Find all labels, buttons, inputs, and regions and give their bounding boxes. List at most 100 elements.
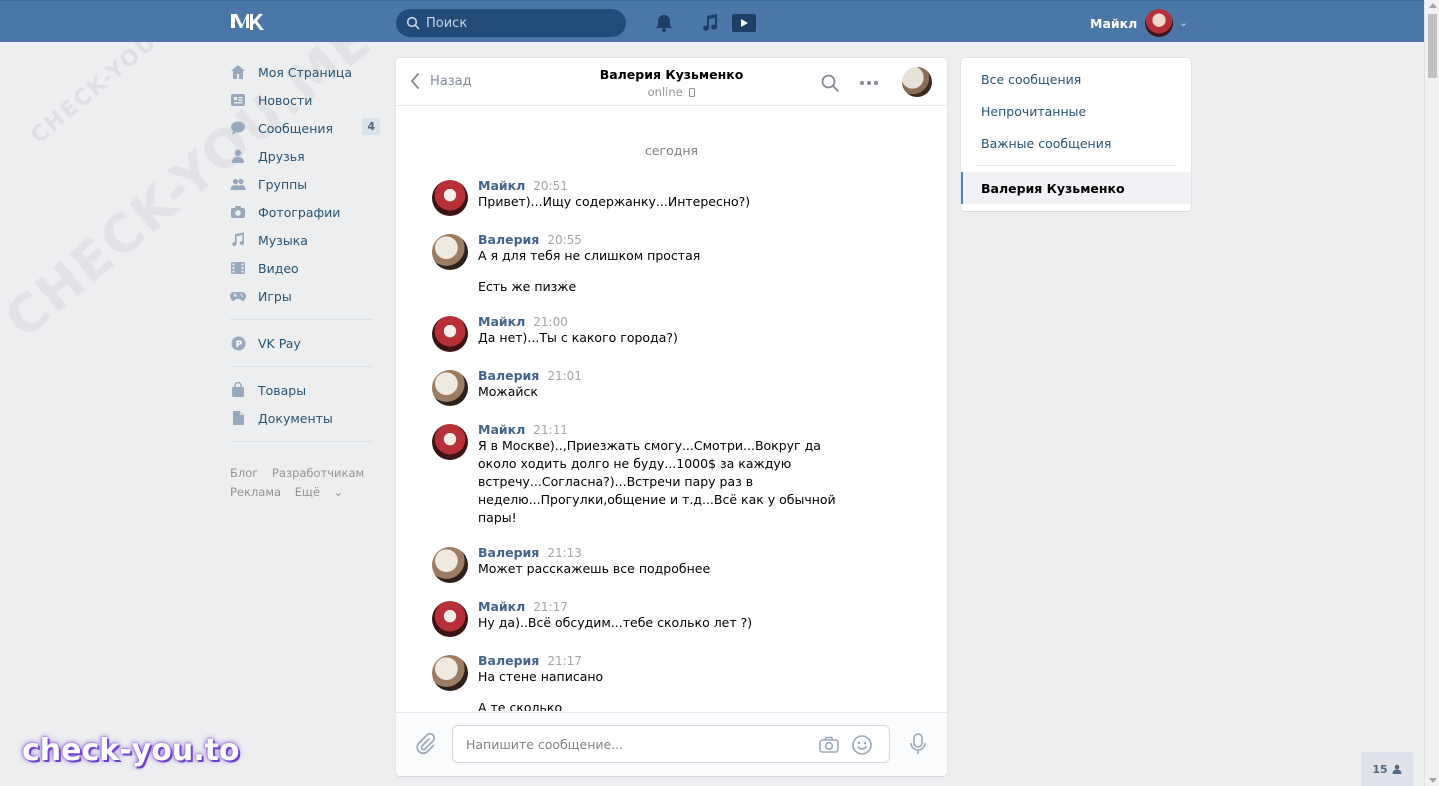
message-item[interactable]: Валерия 21:13 Может расскажешь все подробн… xyxy=(396,545,947,583)
search-icon[interactable] xyxy=(820,73,840,93)
message-header: Майкл 21:00 xyxy=(478,314,947,329)
nav-item-label: Новости xyxy=(258,92,313,108)
peer-avatar[interactable] xyxy=(902,67,932,97)
nav-item-bag[interactable]: Товары xyxy=(230,376,380,404)
message-text: Ну да)..Всё обсудим...тебе сколько лет ?… xyxy=(478,615,753,630)
music-icon xyxy=(230,232,246,248)
nav-item-messages[interactable]: Сообщения 4 xyxy=(230,114,380,142)
left-navigation: Моя Страница Новости Сообщения 4 Друзья Групп… xyxy=(230,58,380,502)
messages-filter-menu: Все сообщения Непрочитанные Важные сообщ… xyxy=(961,58,1191,211)
footer-link-more[interactable]: Ещё ⌄ xyxy=(295,485,353,499)
message-author-avatar[interactable] xyxy=(432,424,468,460)
bell-icon[interactable] xyxy=(653,12,675,34)
filter-all-messages[interactable]: Все сообщения xyxy=(961,63,1191,95)
bag-icon xyxy=(230,382,246,398)
scroll-down-arrow-icon[interactable] xyxy=(1429,778,1437,783)
active-dialog-item[interactable]: Валерия Кузьменко xyxy=(961,172,1191,204)
online-count: 15 xyxy=(1372,762,1388,776)
online-friends-widget[interactable]: 15 xyxy=(1361,752,1413,786)
nav-item-document[interactable]: Документы xyxy=(230,404,380,432)
user-name: Майкл xyxy=(1090,15,1138,31)
message-item[interactable]: Валерия 21:17 На стене написано А те скольк… xyxy=(396,653,947,711)
message-item[interactable]: Майкл 21:17 Ну да)..Всё обсудим...тебе ско… xyxy=(396,599,947,637)
message-item[interactable]: Майкл 21:11 Я в Москве)..,Приезжать смогу.… xyxy=(396,422,947,527)
message-author-avatar[interactable] xyxy=(432,370,468,406)
svg-text:P: P xyxy=(235,340,242,350)
footer-link-developers[interactable]: Разработчикам xyxy=(272,466,364,480)
nav-item-gamepad[interactable]: Игры xyxy=(230,282,380,310)
message-author[interactable]: Майкл xyxy=(478,314,525,329)
message-author[interactable]: Валерия xyxy=(478,368,539,383)
message-author-avatar[interactable] xyxy=(432,601,468,637)
message-composer: Напишите сообщение... xyxy=(396,712,947,776)
message-author-avatar[interactable] xyxy=(432,316,468,352)
filter-important[interactable]: Важные сообщения xyxy=(961,127,1191,159)
footer-more-label: Ещё xyxy=(294,485,320,499)
message-author[interactable]: Валерия xyxy=(478,545,539,560)
message-author[interactable]: Майкл xyxy=(478,599,525,614)
messages-icon xyxy=(230,120,246,136)
message-author[interactable]: Майкл xyxy=(478,422,525,437)
nav-item-label: Музыка xyxy=(258,232,308,248)
top-header: Поиск Майкл ⌄ xyxy=(0,0,1424,42)
nav-item-label: VK Pay xyxy=(258,335,301,351)
nav-item-music[interactable]: Музыка xyxy=(230,226,380,254)
nav-item-home[interactable]: Моя Страница xyxy=(230,58,380,86)
message-text: Привет)...Ищу содержанку...Интересно?) xyxy=(478,194,751,209)
gamepad-icon xyxy=(230,288,246,304)
message-time: 21:11 xyxy=(533,423,568,437)
message-text: Я в Москве)..,Приезжать смогу...Смотри..… xyxy=(478,438,836,525)
scroll-thumb[interactable] xyxy=(1428,14,1437,78)
message-input[interactable]: Напишите сообщение... xyxy=(452,725,890,763)
message-item[interactable]: Валерия 20:55 А я для тебя не слишком прос… xyxy=(396,232,947,296)
search-input[interactable]: Поиск xyxy=(396,9,626,37)
message-author[interactable]: Майкл xyxy=(478,178,525,193)
footer-link-ads[interactable]: Реклама xyxy=(230,485,281,499)
person-icon xyxy=(1392,764,1402,774)
news-icon xyxy=(230,92,246,108)
footer-link-blog[interactable]: Блог xyxy=(230,466,258,480)
message-item[interactable]: Майкл 20:51 Привет)...Ищу содержанку...Инт… xyxy=(396,178,947,216)
user-menu[interactable]: Майкл ⌄ xyxy=(1090,9,1188,37)
message-author-avatar[interactable] xyxy=(432,234,468,270)
message-time: 20:51 xyxy=(533,179,568,193)
play-icon[interactable] xyxy=(731,12,757,34)
nav-item-vkpay[interactable]: P VK Pay xyxy=(230,329,380,357)
message-text: Да нет)...Ты с какого города?) xyxy=(478,330,678,345)
groups-icon xyxy=(230,176,246,192)
message-author-avatar[interactable] xyxy=(432,655,468,691)
filter-unread[interactable]: Непрочитанные xyxy=(961,95,1191,127)
nav-item-label: Друзья xyxy=(258,148,305,164)
message-time: 21:17 xyxy=(547,654,582,668)
nav-item-friends[interactable]: Друзья xyxy=(230,142,380,170)
message-item[interactable]: Майкл 21:00 Да нет)...Ты с какого города?) xyxy=(396,314,947,352)
scroll-up-arrow-icon[interactable] xyxy=(1429,3,1437,8)
nav-item-camera[interactable]: Фотографии xyxy=(230,198,380,226)
message-author-avatar[interactable] xyxy=(432,180,468,216)
unread-count-badge: 4 xyxy=(362,118,380,135)
nav-item-groups[interactable]: Группы xyxy=(230,170,380,198)
nav-divider xyxy=(230,319,373,320)
menu-divider xyxy=(976,165,1176,166)
nav-item-news[interactable]: Новости xyxy=(230,86,380,114)
home-icon xyxy=(230,64,246,80)
nav-item-video[interactable]: Видео xyxy=(230,254,380,282)
message-author[interactable]: Валерия xyxy=(478,653,539,668)
vkpay-icon: P xyxy=(230,335,246,351)
music-note-icon[interactable] xyxy=(699,12,721,34)
message-list[interactable]: сегодня Майкл 20:51 Привет)...Ищу содержан… xyxy=(396,107,947,711)
message-item[interactable]: Валерия 21:01 Можайск xyxy=(396,368,947,406)
mobile-phone-icon xyxy=(689,88,696,97)
paperclip-icon[interactable] xyxy=(414,733,436,755)
emoji-smile-icon[interactable] xyxy=(851,734,873,756)
microphone-icon[interactable] xyxy=(907,732,929,756)
camera-icon[interactable] xyxy=(818,734,840,756)
message-author-avatar[interactable] xyxy=(432,547,468,583)
nav-divider xyxy=(230,441,373,442)
message-author[interactable]: Валерия xyxy=(478,232,539,247)
vk-logo-icon[interactable] xyxy=(230,11,264,33)
more-options-icon[interactable] xyxy=(859,73,879,93)
nav-item-label: Сообщения xyxy=(258,120,334,136)
user-avatar xyxy=(1145,9,1174,37)
page-scrollbar[interactable] xyxy=(1424,0,1439,786)
